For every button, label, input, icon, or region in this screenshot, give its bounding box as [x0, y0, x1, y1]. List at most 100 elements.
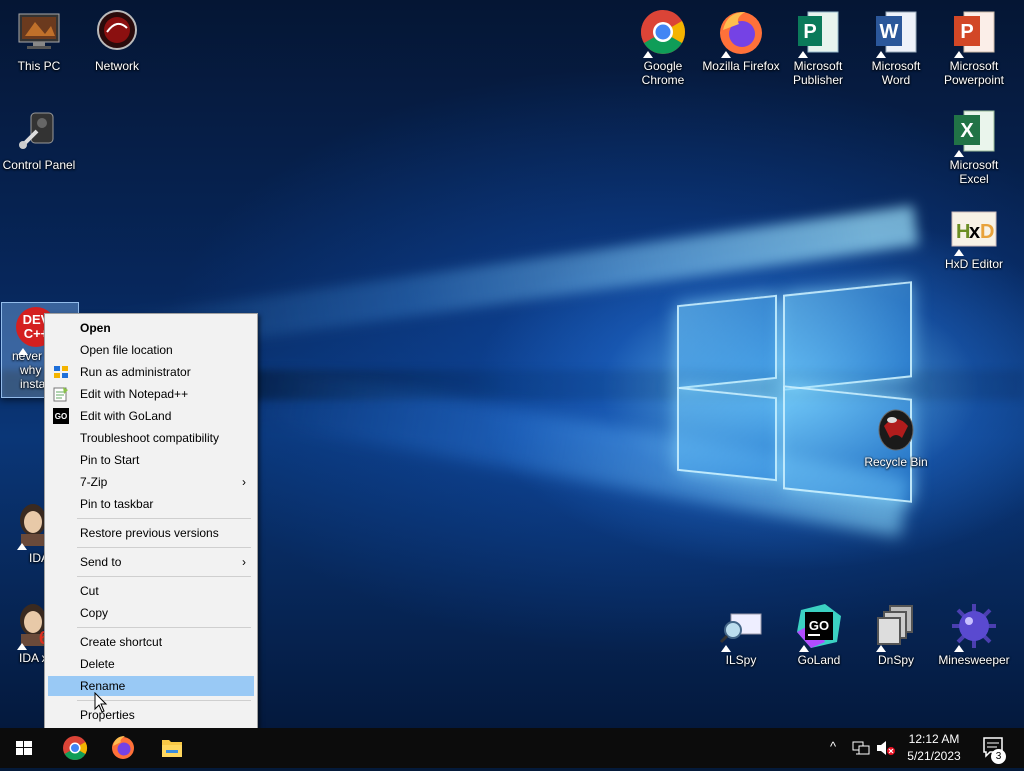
menu-item-edit-notepadpp[interactable]: Edit with Notepad++ — [48, 384, 254, 404]
icon-label: Microsoft Powerpoint — [943, 59, 1005, 87]
notification-count-badge: 3 — [991, 749, 1006, 764]
menu-item-troubleshoot[interactable]: Troubleshoot compatibility — [48, 428, 254, 448]
icon-label: Control Panel — [2, 158, 76, 172]
taskbar: ^ 12:12 AM 5/21/2023 3 — [0, 728, 1024, 768]
menu-item-label: Run as administrator — [80, 365, 191, 379]
menu-item-cut[interactable]: Cut — [48, 581, 254, 601]
desktop-icon-ilspy[interactable]: ILSpy — [702, 602, 780, 667]
icon-label: Network — [94, 59, 139, 73]
svg-text:P: P — [960, 21, 973, 43]
svg-text:x: x — [969, 221, 980, 243]
icon-label: DnSpy — [877, 653, 915, 667]
icon-label: Google Chrome — [641, 59, 685, 87]
clock[interactable]: 12:12 AM 5/21/2023 — [900, 731, 968, 765]
menu-separator — [77, 547, 251, 548]
folder-icon — [162, 740, 182, 757]
desktop-icon-word[interactable]: W Microsoft Word — [858, 8, 934, 87]
start-button[interactable] — [0, 728, 48, 768]
svg-text:P: P — [803, 21, 816, 43]
menu-item-rename[interactable]: Rename — [48, 676, 254, 696]
menu-item-pin-to-start[interactable]: Pin to Start — [48, 450, 254, 470]
publisher-icon: P — [794, 8, 842, 58]
icon-label: GoLand — [797, 653, 841, 667]
dnspy-icon — [872, 602, 920, 652]
desktop-icon-control-panel[interactable]: Control Panel — [1, 107, 77, 172]
desktop-icon-dnspy[interactable]: DnSpy — [858, 602, 934, 667]
windows-logo-pane — [677, 294, 777, 390]
svg-text:D: D — [980, 221, 994, 243]
taskbar-file-explorer[interactable] — [148, 728, 196, 768]
icon-label: Microsoft Excel — [949, 158, 999, 186]
ilspy-icon — [717, 602, 765, 652]
menu-item-restore-previous-versions[interactable]: Restore previous versions — [48, 523, 254, 543]
mouse-pointer-icon — [94, 692, 108, 713]
desktop-icon-excel[interactable]: X Microsoft Excel — [936, 107, 1012, 186]
desktop-icon-recycle-bin[interactable]: Recycle Bin — [858, 404, 934, 469]
chrome-icon — [63, 736, 88, 761]
icon-label: Mozilla Firefox — [702, 59, 780, 73]
windows-logo-pane — [783, 281, 912, 391]
desktop-icon-network[interactable]: Network — [79, 8, 155, 73]
menu-separator — [77, 576, 251, 577]
word-icon: W — [872, 8, 920, 58]
icon-label: This PC — [17, 59, 61, 73]
desktop-icon-this-pc[interactable]: This PC — [1, 8, 77, 73]
taskbar-firefox[interactable] — [99, 728, 147, 768]
show-hidden-icons-button[interactable]: ^ — [830, 739, 836, 754]
context-menu: Open Open file location Run as administr… — [44, 313, 258, 728]
menu-separator — [77, 627, 251, 628]
menu-item-send-to[interactable]: Send to › — [48, 552, 254, 572]
menu-item-edit-goland[interactable]: GO Edit with GoLand — [48, 406, 254, 426]
menu-item-delete[interactable]: Delete — [48, 654, 254, 674]
icon-label: HxD Editor — [944, 257, 1003, 271]
menu-item-open-file-location[interactable]: Open file location — [48, 340, 254, 360]
control-panel-icon — [15, 107, 63, 155]
menu-item-label: Restore previous versions — [80, 526, 219, 540]
hxd-icon: HxD — [950, 206, 998, 256]
menu-item-label: Open file location — [80, 343, 173, 357]
submenu-arrow-icon: › — [242, 475, 246, 489]
icon-label: Microsoft Publisher — [792, 59, 844, 87]
desktop-icon-minesweeper[interactable]: Minesweeper — [936, 602, 1012, 667]
menu-item-label: Open — [80, 321, 111, 335]
icon-label: Recycle Bin — [864, 455, 928, 469]
menu-item-open[interactable]: Open — [48, 318, 254, 338]
desktop-icon-goland[interactable]: GO GoLand — [780, 602, 858, 667]
firefox-icon — [717, 8, 765, 58]
svg-text:W: W — [880, 21, 899, 43]
windows-start-icon — [16, 741, 32, 755]
svg-text:GO: GO — [809, 618, 829, 633]
menu-item-create-shortcut[interactable]: Create shortcut — [48, 632, 254, 652]
icon-label: Minesweeper — [938, 653, 1010, 667]
icon-label: Microsoft Word — [871, 59, 921, 87]
svg-text:X: X — [960, 120, 974, 142]
mine-icon — [950, 602, 998, 652]
menu-item-run-as-administrator[interactable]: Run as administrator — [48, 362, 254, 382]
menu-item-7zip[interactable]: 7-Zip › — [48, 472, 254, 492]
action-center-button[interactable]: 3 — [976, 728, 1024, 768]
menu-item-label: 7-Zip — [80, 475, 108, 489]
menu-item-pin-to-taskbar[interactable]: Pin to taskbar — [48, 494, 254, 514]
menu-item-label: Pin to taskbar — [80, 497, 154, 511]
notepadpp-icon — [53, 386, 69, 402]
desktop-icon-firefox[interactable]: Mozilla Firefox — [702, 8, 780, 73]
menu-item-label: Send to — [80, 555, 122, 569]
network-status-icon[interactable] — [852, 740, 870, 756]
desktop-icon-chrome[interactable]: Google Chrome — [624, 8, 702, 87]
icon-label: ILSpy — [725, 653, 757, 667]
menu-item-label: Copy — [80, 606, 109, 620]
chrome-icon — [639, 8, 687, 58]
powerpoint-icon: P — [950, 8, 998, 58]
desktop-icon-publisher[interactable]: P Microsoft Publisher — [780, 8, 856, 87]
desktop-icon-powerpoint[interactable]: P Microsoft Powerpoint — [936, 8, 1012, 87]
desktop[interactable]: This PC Network Control Panel DEV C++ nev… — [0, 0, 1024, 728]
menu-item-copy[interactable]: Copy — [48, 603, 254, 623]
volume-muted-icon[interactable] — [876, 740, 896, 756]
menu-item-label: Delete — [80, 657, 115, 671]
menu-item-properties[interactable]: Properties — [48, 705, 254, 725]
desktop-icon-hxd[interactable]: HxD HxD Editor — [936, 206, 1012, 271]
taskbar-chrome[interactable] — [51, 728, 99, 768]
menu-item-label: Edit with Notepad++ — [80, 387, 189, 401]
clock-date: 5/21/2023 — [907, 749, 961, 763]
submenu-arrow-icon: › — [242, 555, 246, 569]
